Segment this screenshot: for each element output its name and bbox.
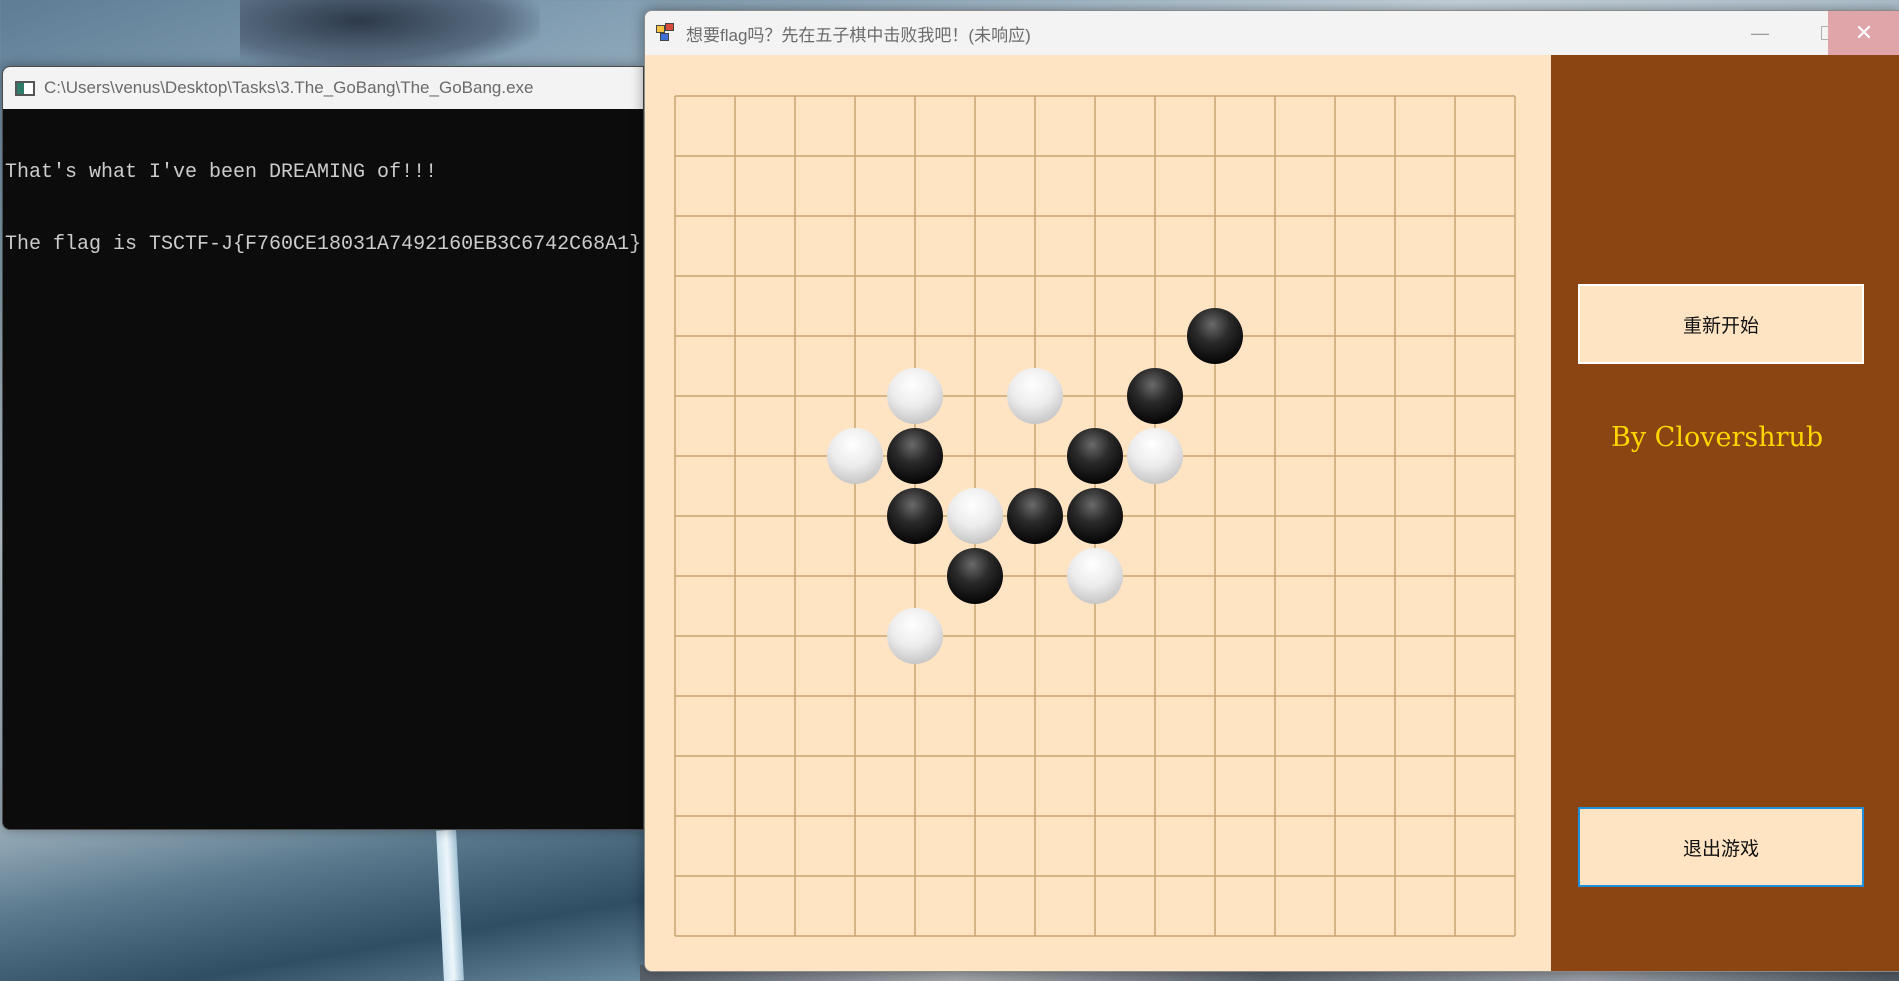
close-button[interactable]: ✕ — [1828, 11, 1899, 55]
console-line: That's what I've been DREAMING of!!! — [5, 161, 438, 184]
black-stone — [887, 428, 943, 484]
console-window[interactable]: C:\Users\venus\Desktop\Tasks\3.The_GoBan… — [2, 66, 644, 830]
console-title: C:\Users\venus\Desktop\Tasks\3.The_GoBan… — [44, 78, 534, 97]
black-stone — [1187, 308, 1243, 364]
black-stone — [1007, 488, 1063, 544]
console-line: The flag is TSCTF-J{F760CE18031A7492160E… — [5, 233, 642, 256]
game-titlebar[interactable]: 想要flag吗？先在五子棋中击败我吧！(未响应) — ✕ — [645, 11, 1899, 55]
restart-label: 重新开始 — [1682, 314, 1759, 337]
black-stone — [1067, 488, 1123, 544]
game-title: 想要flag吗？先在五子棋中击败我吧！(未响应) — [686, 25, 1031, 45]
wallpaper-water — [0, 820, 650, 981]
exit-label: 退出游戏 — [1682, 837, 1759, 860]
white-stone — [1067, 548, 1123, 604]
black-stone — [887, 488, 943, 544]
white-stone — [947, 488, 1003, 544]
white-stone — [1007, 368, 1063, 424]
minimize-icon: — — [1751, 22, 1769, 43]
side-panel: 重新开始 By Clovershrub 退出游戏 — [1551, 55, 1899, 971]
author-credit: By Clovershrub — [1611, 422, 1824, 453]
restart-button[interactable]: 重新开始 — [1578, 284, 1864, 364]
game-board-area[interactable] — [645, 55, 1551, 971]
white-stone — [827, 428, 883, 484]
app-icon — [656, 23, 676, 43]
white-stone — [887, 368, 943, 424]
close-icon: ✕ — [1854, 20, 1874, 45]
gobang-board[interactable] — [645, 55, 1551, 971]
black-stone — [1067, 428, 1123, 484]
console-icon — [15, 80, 35, 96]
exit-button[interactable]: 退出游戏 — [1578, 807, 1864, 887]
console-titlebar[interactable]: C:\Users\venus\Desktop\Tasks\3.The_GoBan… — [3, 67, 643, 109]
white-stone — [887, 608, 943, 664]
black-stone — [947, 548, 1003, 604]
black-stone — [1127, 368, 1183, 424]
console-output: That's what I've been DREAMING of!!! The… — [3, 109, 643, 309]
white-stone — [1127, 428, 1183, 484]
wallpaper-figure — [240, 0, 540, 70]
minimize-button[interactable]: — — [1725, 11, 1795, 55]
gobang-window[interactable]: 想要flag吗？先在五子棋中击败我吧！(未响应) — ✕ 重新开始 By Clo… — [644, 10, 1899, 972]
